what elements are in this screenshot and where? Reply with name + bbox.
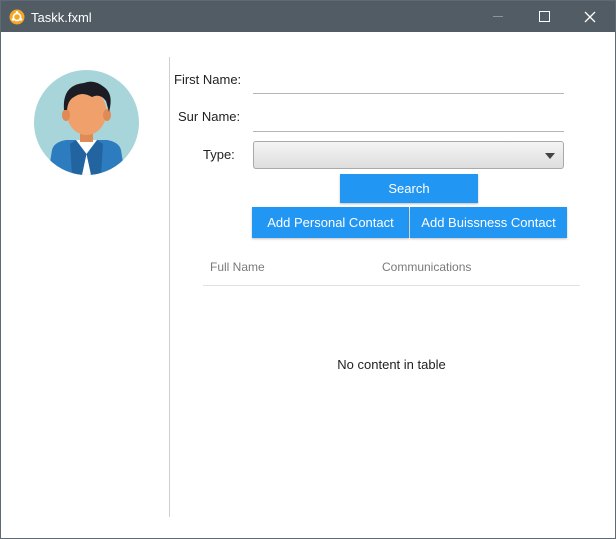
search-button[interactable]: Search (340, 174, 478, 203)
maximize-icon (538, 11, 550, 22)
sur-name-input[interactable] (253, 109, 564, 132)
maximize-button[interactable] (521, 1, 567, 32)
table-placeholder: No content in table (337, 357, 446, 372)
main-content: First Name: Sur Name: Type: Search Add P… (1, 32, 615, 537)
first-name-label: First Name: (174, 72, 242, 87)
column-header-full-name[interactable]: Full Name (210, 260, 265, 274)
app-logo-icon (9, 9, 25, 25)
type-combobox[interactable] (253, 141, 564, 169)
minimize-icon (493, 16, 503, 17)
add-business-contact-button[interactable]: Add Buissness Contact (410, 207, 567, 238)
sur-name-label: Sur Name: (178, 109, 241, 124)
chevron-down-icon (545, 153, 555, 159)
user-avatar-icon (34, 70, 139, 175)
add-personal-contact-button[interactable]: Add Personal Contact (252, 207, 409, 238)
type-label: Type: (203, 147, 235, 162)
table-header-divider (203, 285, 580, 286)
vertical-divider (169, 57, 170, 517)
title-bar[interactable]: Taskk.fxml (1, 1, 615, 32)
close-icon (584, 11, 596, 22)
window-title: Taskk.fxml (31, 10, 92, 25)
close-button[interactable] (567, 1, 613, 32)
app-window: Taskk.fxml First Name: Sur Name: Type: S… (0, 0, 616, 539)
first-name-input[interactable] (253, 71, 564, 94)
minimize-button[interactable] (475, 1, 521, 32)
column-header-communications[interactable]: Communications (382, 260, 471, 274)
